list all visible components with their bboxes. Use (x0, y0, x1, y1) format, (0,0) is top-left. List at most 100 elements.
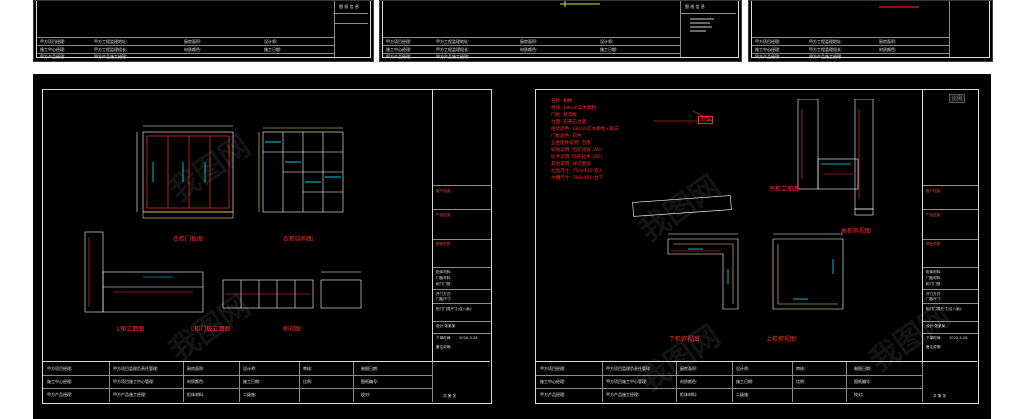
table-cell: 二级施: (736, 392, 750, 397)
left-title-block: 客户信息: 产品信息: 颜色材质: 柜体材料: 门板材料: 柜门门型: 开门方式… (432, 89, 491, 361)
label-l-elevation: L柜立面图 (117, 326, 145, 333)
table-cell: 制图日期: (361, 366, 379, 371)
title-row: 门板材料: (436, 276, 452, 280)
right-bottom-table: 甲方项目经理: 甲方项目监理负责任管理: 厨房面积: 设计师: 审核: 制图日期… (536, 361, 977, 403)
table-cell: 施工中心经理: (386, 47, 412, 52)
table-cell: 甲方产品经理: (755, 54, 781, 59)
top-sheet-2: 图 纸 信 息 甲方项目经理: 甲方工程监理地址: 厨房面积: 设计师: 施工中… (379, 0, 742, 62)
sheet-frame (751, 1, 990, 58)
title-row: 门板材料: (926, 276, 942, 280)
table-cell: 施工中心经理: (755, 47, 781, 52)
table-cell: 比例: (796, 379, 806, 384)
title-row: 设计:张某某 (436, 324, 456, 328)
barcode-mark (690, 18, 714, 32)
table-cell: 甲方项目经理: (40, 39, 66, 44)
title-row: 颜色材质: (926, 242, 942, 246)
table-cell: 甲方产品施工经理: (94, 54, 128, 59)
title-row: 柜门门洞尺寸(合八扇): (436, 307, 473, 311)
table-cell: 材质颜色: (680, 379, 698, 384)
table-cell: 厨房面积: (520, 39, 538, 44)
table-cell: 甲方产品施工经理: (436, 54, 470, 59)
drawing-stamp: 图 纸 信 息 (685, 4, 705, 9)
title-row: 客户信息: (926, 189, 942, 193)
table-cell: 审核: (796, 366, 806, 371)
table-cell: 甲方产品经理: (386, 54, 412, 59)
table-cell: 甲方工程监理组长: (436, 47, 470, 52)
table-cell: 甲方项目经理: (386, 39, 412, 44)
table-cell: 施工日期: (243, 379, 261, 384)
title-row: 客户信息: (436, 189, 452, 193)
title-row: 下单时间: (436, 336, 452, 340)
title-row: 2020-5-26 (949, 336, 968, 340)
label-upper-elevation: 吊柜立面图 (769, 186, 800, 193)
table-cell: 校对: (854, 392, 864, 397)
table-cell: 材质颜色: (520, 47, 538, 52)
table-cell: 厨房面积: (187, 366, 205, 371)
table-cell: 甲方项目经理: (755, 39, 781, 44)
table-cell: 比例: (303, 379, 313, 384)
title-row: 颜色材质: (436, 242, 452, 246)
table-cell: 设计师: (243, 366, 257, 371)
table-cell: 甲方产品经理: (540, 392, 566, 397)
svg-text:·: · (893, 11, 895, 17)
table-cell: 厨房面积: (879, 39, 897, 44)
table-cell: 图纸编号: (361, 379, 379, 384)
table-cell: 甲方工程监理地址: (809, 39, 843, 44)
table-cell: 甲方产品施工经理: (113, 392, 147, 397)
table-cell: 施工中心经理: (47, 379, 73, 384)
title-row: 柜体材料: (436, 270, 452, 274)
table-cell: 校对: (361, 392, 371, 397)
table-cell: 甲方工程监理地址: (436, 39, 470, 44)
drawing-fragment: · (879, 6, 919, 17)
left-bottom-table: 甲方项目经理: 甲方项目监理负责任管理: 厨房面积: 设计师: 审核: 制图日期… (43, 361, 490, 403)
drawing-stamp: 图 纸 信 息 (339, 4, 359, 9)
label-side-view: 侧视图 (283, 326, 302, 333)
table-cell: 施工中心经理: (540, 379, 566, 384)
label-tall-cabinet: 高柜侧视图 (841, 228, 872, 235)
table-cell: 制图日期: (854, 366, 872, 371)
table-cell: 甲方产品经理: (40, 54, 66, 59)
title-row: 门板尺寸: (436, 297, 452, 301)
table-cell: 甲方产品施工经理: (809, 54, 843, 59)
title-row: 产品信息: (926, 213, 942, 217)
table-cell: 图纸编号: (854, 379, 872, 384)
label-front-door: 衣柜门板图 (173, 236, 204, 243)
title-row: 柜门门型: (926, 282, 942, 286)
label-upper-plan: 上柜俯视图 (766, 336, 797, 343)
table-cell: 设计师: (600, 39, 614, 44)
table-cell: 设计师: (736, 366, 750, 371)
table-cell: 柜体材料: (187, 392, 205, 397)
title-row: 柜门门型: (436, 282, 452, 286)
table-cell: 甲方工程监理组长: (94, 47, 128, 52)
top-sheet-1: 图 纸 信 息 甲方项目经理: 甲方工程监理地址: 厨房面积: 设计师: 施工中… (33, 0, 374, 62)
table-cell: 二级施: (243, 392, 257, 397)
table-cell: 甲方产品经理: (47, 392, 73, 397)
table-cell: 施工日期: (600, 47, 618, 52)
table-cell: 施工日期: (736, 379, 754, 384)
main-canvas: 衣柜门板图 衣柜结构图 L柜立面图 L柜门板立面图 侧视图 客户信息: 产品信息… (33, 74, 991, 419)
table-cell: 甲方项目监理负责任管理: (113, 366, 159, 371)
table-cell: 材质颜色: (879, 47, 897, 52)
table-cell: 施工中心经理: (40, 47, 66, 52)
table-cell: 甲方项目经理: (540, 366, 566, 371)
table-cell: 甲方项目施工中心管理: (113, 379, 155, 384)
drawing-fragment (560, 1, 600, 7)
table-cell: 甲方工程监理组长: (809, 47, 843, 52)
top-sheet-3: · 甲方项目经理: 甲方工程监理地址: 厨房面积: 施工中心经理: 甲方工程监理… (748, 0, 993, 62)
title-row: 产品信息: (436, 213, 452, 217)
table-cell: 柜体材料: (680, 392, 698, 397)
table-cell: 审核: (303, 366, 313, 371)
table-cell: 厨房面积: (184, 39, 202, 44)
table-cell: 甲方项目经理: (47, 366, 73, 371)
title-row: 柜体材料: (926, 270, 942, 274)
table-cell: 甲方工程监理地址: (94, 39, 128, 44)
table-cell: 甲方产品施工经理: (606, 392, 640, 397)
sheet-frame (36, 1, 371, 58)
table-cell: 施工日期: (264, 47, 282, 52)
table-cell: 材质颜色: (187, 379, 205, 384)
label-inner-structure: 衣柜结构图 (283, 236, 314, 243)
table-cell: 材质颜色: (184, 47, 202, 52)
title-row: 2020-5-26 (459, 336, 478, 340)
table-cell: 设计师: (264, 39, 278, 44)
title-row: 备注说明: (436, 345, 452, 349)
